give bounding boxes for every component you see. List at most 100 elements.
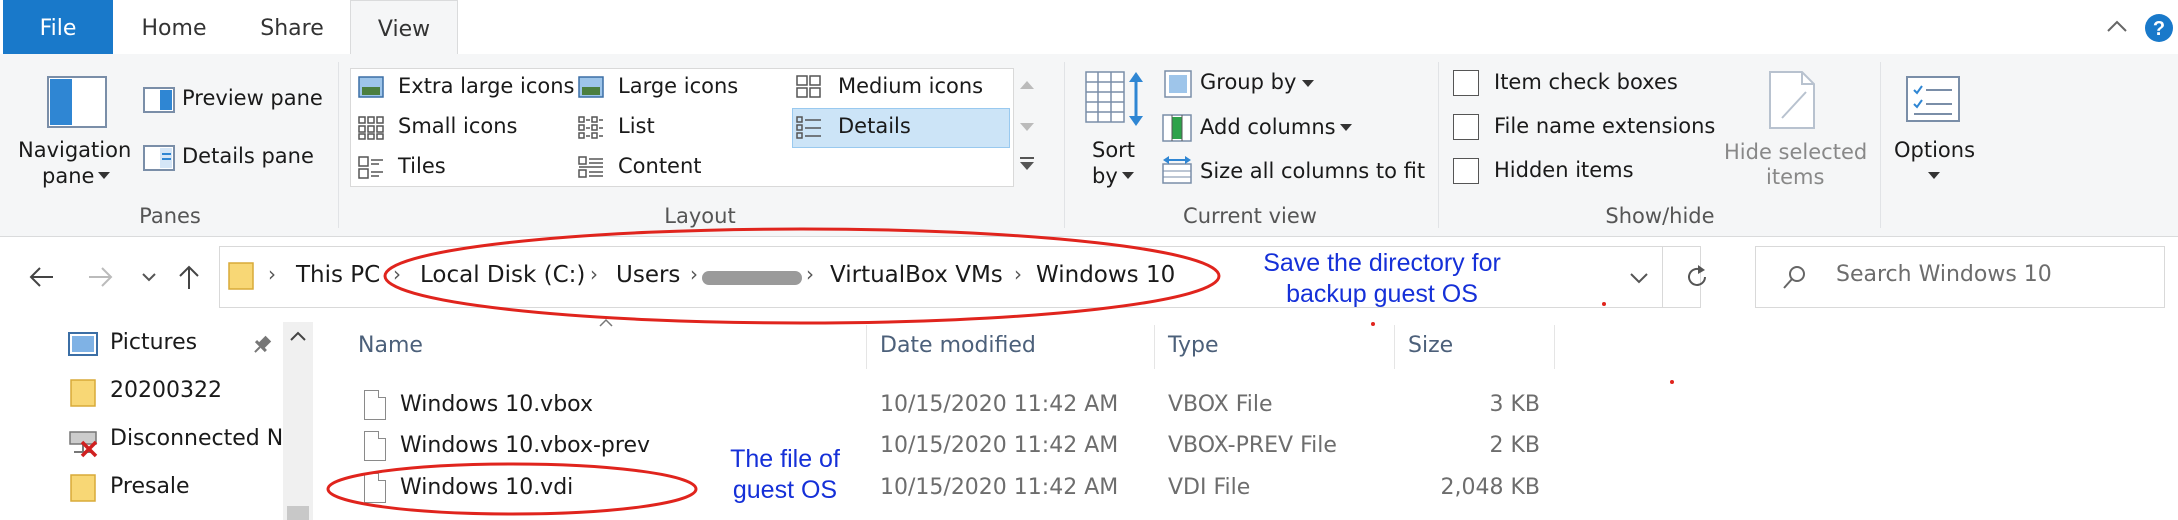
nav-item-disconnected-network-drive[interactable]: Disconnected N	[110, 426, 282, 451]
column-divider[interactable]	[866, 325, 867, 369]
layout-medium-icons[interactable]: Medium icons	[838, 74, 983, 98]
collapse-ribbon-icon[interactable]	[2106, 18, 2128, 34]
svg-text:?: ?	[2153, 18, 2165, 40]
navigation-pane-label[interactable]: Navigation	[18, 138, 131, 162]
file-size: 2 KB	[1489, 433, 1540, 458]
ribbon-separator	[338, 62, 339, 228]
column-header-size[interactable]: Size	[1408, 333, 1453, 358]
pin-icon[interactable]	[252, 334, 272, 356]
breadcrumb-separator[interactable]: ›	[806, 262, 814, 286]
breadcrumb-users[interactable]: Users	[616, 262, 680, 288]
breadcrumb-local-disk[interactable]: Local Disk (C:)	[420, 262, 585, 288]
nav-item-pictures[interactable]: Pictures	[110, 330, 197, 355]
breadcrumb-separator[interactable]: ›	[590, 262, 598, 286]
breadcrumb-separator[interactable]: ›	[690, 262, 698, 286]
file-icon	[364, 431, 386, 461]
large-icons-icon	[578, 76, 604, 98]
breadcrumb-separator[interactable]: ›	[393, 262, 401, 286]
tab-share[interactable]: Share	[250, 0, 334, 54]
preview-pane-button[interactable]: Preview pane	[182, 86, 323, 110]
column-divider[interactable]	[1394, 325, 1395, 369]
breadcrumb-this-pc[interactable]: This PC	[296, 262, 380, 288]
breadcrumb-windows-10[interactable]: Windows 10	[1036, 262, 1175, 288]
file-name[interactable]: Windows 10.vbox	[400, 392, 593, 417]
annotation-text-file: The file of guest OS	[700, 444, 870, 506]
file-size: 3 KB	[1489, 392, 1540, 417]
folder-icon	[228, 262, 254, 290]
details-pane-button[interactable]: Details pane	[182, 144, 314, 168]
file-name-extensions-label[interactable]: File name extensions	[1494, 114, 1715, 138]
search-input[interactable]: Search Windows 10	[1836, 262, 2052, 287]
column-header-name[interactable]: Name	[358, 333, 423, 358]
tab-home[interactable]: Home	[130, 0, 218, 54]
tab-view[interactable]: View	[350, 0, 458, 56]
nav-item-20200322[interactable]: 20200322	[110, 378, 222, 403]
up-arrow-icon[interactable]	[178, 264, 200, 290]
address-divider	[1662, 247, 1663, 307]
size-all-columns-button[interactable]: Size all columns to fit	[1200, 159, 1425, 183]
gallery-more-icon[interactable]	[1020, 156, 1034, 172]
column-divider[interactable]	[1154, 325, 1155, 369]
chevron-down-icon	[1302, 80, 1314, 87]
breadcrumb-separator[interactable]: ›	[268, 262, 276, 286]
breadcrumb-virtualbox-vms[interactable]: VirtualBox VMs	[830, 262, 1003, 288]
layout-large-icons[interactable]: Large icons	[618, 74, 738, 98]
group-label-show-hide: Show/hide	[1605, 204, 1715, 228]
medium-icons-icon	[796, 75, 821, 98]
pictures-icon	[68, 332, 98, 356]
folder-icon	[70, 474, 96, 502]
file-name[interactable]: Windows 10.vdi	[400, 475, 573, 500]
group-by-button[interactable]: Group by	[1200, 70, 1296, 94]
file-name-extensions-checkbox[interactable]	[1453, 114, 1479, 140]
refresh-icon[interactable]	[1684, 264, 1710, 290]
add-columns-button[interactable]: Add columns	[1200, 115, 1336, 139]
nav-item-presale[interactable]: Presale	[110, 474, 190, 499]
gallery-scroll-up-icon[interactable]	[1020, 80, 1034, 90]
layout-details[interactable]: Details	[838, 114, 911, 138]
hide-selected-items-label-2[interactable]: items	[1766, 165, 1824, 189]
annotation-line: guest OS	[732, 476, 838, 504]
gallery-scroll-down-icon[interactable]	[1020, 122, 1034, 132]
folder-icon	[70, 379, 96, 407]
column-header-date-modified[interactable]: Date modified	[880, 333, 1036, 358]
layout-tiles[interactable]: Tiles	[398, 154, 446, 178]
column-header-type[interactable]: Type	[1168, 333, 1219, 358]
options-button[interactable]: Options	[1894, 138, 1975, 162]
address-history-chevron-icon[interactable]	[1630, 272, 1648, 284]
annotation-line: The file of	[730, 445, 840, 473]
hidden-items-checkbox[interactable]	[1453, 158, 1479, 184]
column-divider[interactable]	[1554, 325, 1555, 369]
file-date-modified: 10/15/2020 11:42 AM	[880, 392, 1119, 417]
group-label-layout: Layout	[664, 204, 736, 228]
annotation-text-directory: Save the directory for backup guest OS	[1212, 248, 1552, 310]
recent-locations-chevron-icon[interactable]	[142, 272, 156, 282]
navigation-pane-label-2[interactable]: pane	[42, 164, 94, 188]
tiles-icon	[358, 156, 383, 179]
content-view-icon	[578, 156, 603, 178]
scroll-up-icon[interactable]	[289, 330, 307, 342]
breadcrumb-separator[interactable]: ›	[1014, 262, 1022, 286]
hidden-items-label[interactable]: Hidden items	[1494, 158, 1634, 182]
layout-extra-large-icons[interactable]: Extra large icons	[398, 74, 574, 98]
sort-by-label-2[interactable]: by	[1092, 164, 1118, 188]
add-columns-icon	[1162, 114, 1192, 142]
hide-selected-items-icon	[1769, 71, 1815, 129]
tab-file[interactable]: File	[3, 0, 113, 56]
nav-pane-scroll-thumb[interactable]	[287, 506, 309, 520]
sort-ascending-icon	[599, 318, 613, 327]
forward-arrow-icon[interactable]	[88, 266, 114, 288]
layout-list[interactable]: List	[618, 114, 655, 138]
hide-selected-items-button[interactable]: Hide selected	[1724, 140, 1867, 164]
layout-content[interactable]: Content	[618, 154, 702, 178]
help-icon[interactable]: ?	[2144, 13, 2174, 43]
nav-pane-scrollbar[interactable]	[283, 322, 313, 520]
sort-by-label[interactable]: Sort	[1092, 138, 1135, 162]
item-check-boxes-label[interactable]: Item check boxes	[1494, 70, 1678, 94]
file-name[interactable]: Windows 10.vbox-prev	[400, 433, 650, 458]
file-date-modified: 10/15/2020 11:42 AM	[880, 433, 1119, 458]
layout-small-icons[interactable]: Small icons	[398, 114, 517, 138]
item-check-boxes-checkbox[interactable]	[1453, 70, 1479, 96]
back-arrow-icon[interactable]	[28, 266, 54, 288]
preview-pane-icon	[143, 87, 175, 113]
file-icon	[364, 473, 386, 503]
